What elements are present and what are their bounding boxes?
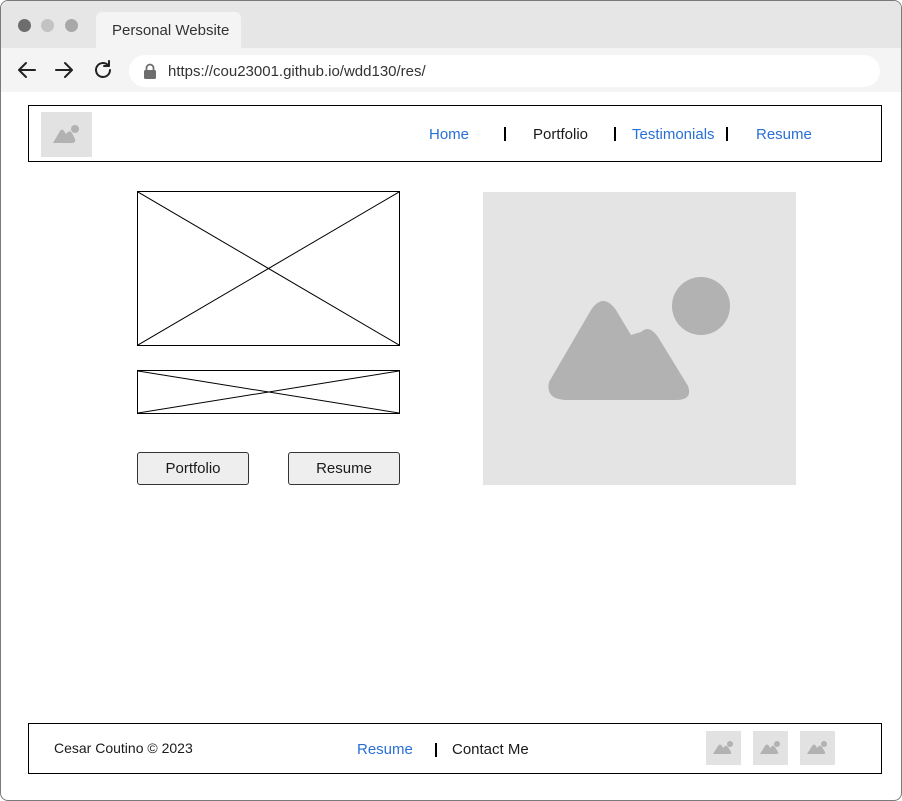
resume-button[interactable]: Resume: [288, 452, 400, 485]
tab-strip: Personal Website: [1, 1, 901, 48]
nav-link-testimonials[interactable]: Testimonials: [632, 126, 715, 143]
social-image-icon[interactable]: [800, 731, 835, 765]
lock-icon: [143, 63, 157, 79]
logo-image-icon[interactable]: [41, 112, 92, 157]
hero-placeholder-box: [137, 191, 400, 346]
nav-link-portfolio[interactable]: Portfolio: [533, 126, 588, 143]
nav-separator: [726, 127, 728, 141]
footer-separator: [435, 743, 437, 757]
back-arrow-icon[interactable]: [15, 58, 39, 82]
portfolio-button[interactable]: Portfolio: [137, 452, 249, 485]
address-bar[interactable]: https://cou23001.github.io/wdd130/res/: [129, 55, 880, 87]
site-header: Home Portfolio Testimonials Resume: [28, 105, 882, 162]
nav-separator: [614, 127, 616, 141]
portfolio-button-label: Portfolio: [165, 460, 221, 477]
close-window-button[interactable]: [18, 19, 31, 32]
browser-toolbar: https://cou23001.github.io/wdd130/res/: [1, 48, 901, 92]
social-image-icon[interactable]: [753, 731, 788, 765]
browser-window: Personal Website https://cou23001.github…: [0, 0, 902, 801]
footer-link-contact[interactable]: Contact Me: [452, 741, 529, 758]
forward-arrow-icon[interactable]: [52, 58, 76, 82]
hero-image: [483, 192, 796, 485]
image-icon: [548, 277, 730, 400]
reload-icon[interactable]: [91, 58, 115, 82]
site-footer: Cesar Coutino © 2023 Resume Contact Me: [28, 723, 882, 774]
minimize-window-button[interactable]: [41, 19, 54, 32]
footer-link-resume[interactable]: Resume: [357, 741, 413, 758]
maximize-window-button[interactable]: [65, 19, 78, 32]
browser-tab[interactable]: Personal Website: [96, 12, 241, 48]
url-text: https://cou23001.github.io/wdd130/res/: [168, 63, 426, 80]
resume-button-label: Resume: [316, 460, 372, 477]
nav-link-resume[interactable]: Resume: [756, 126, 812, 143]
subtitle-placeholder-box: [137, 370, 400, 414]
copyright-text: Cesar Coutino © 2023: [54, 740, 193, 756]
nav-link-home[interactable]: Home: [429, 126, 469, 143]
tab-title: Personal Website: [112, 22, 230, 39]
social-image-icon[interactable]: [706, 731, 741, 765]
nav-separator: [504, 127, 506, 141]
